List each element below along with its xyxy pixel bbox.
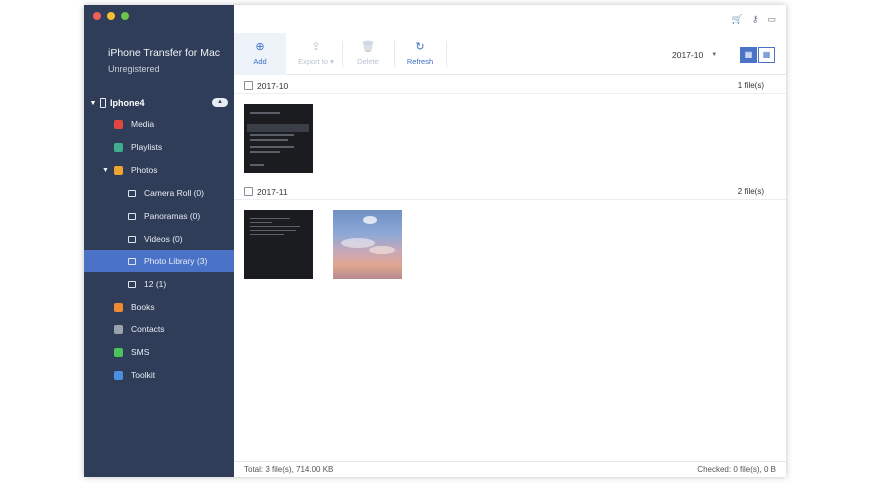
- grid-view-button[interactable]: ▦: [758, 47, 775, 63]
- sidebar-item-label: Toolkit: [131, 370, 156, 380]
- photo-thumbnail[interactable]: [244, 210, 313, 279]
- sidebar-item-label: 12 (1): [144, 279, 167, 289]
- chevron-down-icon: ▼: [711, 52, 718, 58]
- sidebar-item-label: Panoramas (0): [144, 211, 201, 221]
- message-icon[interactable]: ▭: [767, 14, 776, 25]
- sidebar-item-panoramas[interactable]: Panoramas (0): [84, 205, 234, 227]
- toolkit-icon: [114, 370, 123, 380]
- top-icons: 🛒 ⚷ ▭: [732, 14, 776, 25]
- group-count: 2 file(s): [737, 187, 764, 196]
- books-icon: [114, 302, 123, 312]
- chevron-down-icon[interactable]: ▼: [102, 167, 114, 174]
- sidebar-item-label: Books: [131, 302, 155, 312]
- album-icon: [128, 280, 136, 288]
- media-icon: [114, 119, 123, 129]
- photo-thumbnail[interactable]: [333, 210, 402, 279]
- sidebar-item-toolkit[interactable]: Toolkit: [84, 364, 234, 386]
- eject-icon[interactable]: ▲: [212, 98, 228, 107]
- photos-icon: [114, 165, 123, 175]
- trash-icon: 🗑: [361, 41, 375, 53]
- date-group-header: 2017-10 1 file(s): [234, 78, 786, 94]
- sidebar-item-videos[interactable]: Videos (0): [84, 228, 234, 250]
- close-button[interactable]: [93, 12, 101, 20]
- sidebar: iPhone Transfer for Mac Unregistered ▼ I…: [84, 5, 234, 477]
- sidebar-item-camera-roll[interactable]: Camera Roll (0): [84, 182, 234, 204]
- export-icon: ⇪: [311, 41, 321, 53]
- status-bar: Total: 3 file(s), 714.00 KB Checked: 0 f…: [234, 461, 786, 477]
- playlist-icon: [114, 142, 123, 152]
- group-date: 2017-10: [257, 80, 289, 91]
- cart-icon[interactable]: 🛒: [732, 14, 743, 25]
- zoom-button[interactable]: [121, 12, 129, 20]
- sidebar-item-label: Videos (0): [144, 234, 183, 244]
- sidebar-item-photo-library[interactable]: Photo Library (3): [84, 250, 234, 272]
- minimize-button[interactable]: [107, 12, 115, 20]
- key-icon[interactable]: ⚷: [752, 14, 759, 25]
- checked-status: Checked: 0 file(s), 0 B: [697, 465, 776, 474]
- sidebar-item-label: Playlists: [131, 142, 163, 152]
- add-button[interactable]: ⊕ Add: [234, 33, 286, 75]
- photo-thumbnail[interactable]: [244, 104, 313, 173]
- sidebar-item-label: Contacts: [131, 324, 165, 334]
- sidebar-item-label: Photos: [131, 165, 158, 175]
- sms-icon: [114, 347, 123, 357]
- chevron-down-icon[interactable]: ▼: [88, 100, 98, 107]
- total-status: Total: 3 file(s), 714.00 KB: [244, 465, 334, 474]
- device-name: Iphone4: [110, 98, 145, 108]
- plus-icon: ⊕: [255, 41, 265, 53]
- phone-icon: [100, 98, 106, 108]
- sidebar-item-books[interactable]: Books: [84, 296, 234, 318]
- toolbar-divider: [446, 41, 447, 67]
- sidebar-item-album-12[interactable]: 12 (1): [84, 273, 234, 295]
- sidebar-item-sms[interactable]: SMS: [84, 341, 234, 363]
- device-item[interactable]: ▼ Iphone4 ▲: [88, 95, 234, 111]
- sidebar-item-label: SMS: [131, 347, 150, 357]
- sidebar-item-label: Camera Roll (0): [144, 188, 204, 198]
- sidebar-item-label: Photo Library (3): [144, 256, 208, 266]
- album-icon: [128, 257, 136, 265]
- group-count: 1 file(s): [737, 81, 764, 90]
- export-button[interactable]: ⇪ Export to ▾: [290, 33, 342, 75]
- grid-view-icon: ▦: [762, 50, 771, 59]
- sidebar-item-photos[interactable]: ▼ Photos: [84, 159, 234, 181]
- date-group-header: 2017-11 2 file(s): [234, 184, 786, 200]
- delete-button[interactable]: 🗑 Delete: [342, 33, 394, 75]
- date-select[interactable]: 2017-10 ▼: [672, 48, 717, 62]
- sidebar-item-playlists[interactable]: Playlists: [84, 136, 234, 158]
- app-window: iPhone Transfer for Mac Unregistered ▼ I…: [84, 5, 786, 477]
- registration-status: Unregistered: [108, 64, 160, 74]
- group-checkbox[interactable]: [244, 81, 253, 90]
- sidebar-item-label: Media: [131, 119, 155, 129]
- list-view-icon: ▦: [744, 50, 753, 59]
- app-title: iPhone Transfer for Mac: [108, 47, 221, 59]
- contacts-icon: [114, 324, 123, 334]
- list-view-button[interactable]: ▦: [740, 47, 757, 63]
- refresh-icon: ↻: [415, 41, 425, 53]
- refresh-button[interactable]: ↻ Refresh: [394, 33, 446, 75]
- sidebar-item-contacts[interactable]: Contacts: [84, 318, 234, 340]
- camera-icon: [128, 235, 136, 243]
- camera-icon: [128, 212, 136, 220]
- group-checkbox[interactable]: [244, 187, 253, 196]
- window-controls: [93, 12, 129, 20]
- sidebar-item-media[interactable]: Media: [84, 113, 234, 135]
- camera-icon: [128, 189, 136, 197]
- main-panel: 🛒 ⚷ ▭ ⊕ Add ⇪ Export to ▾ 🗑 Delete ↻ Ref…: [234, 5, 786, 477]
- group-date: 2017-11: [257, 186, 288, 197]
